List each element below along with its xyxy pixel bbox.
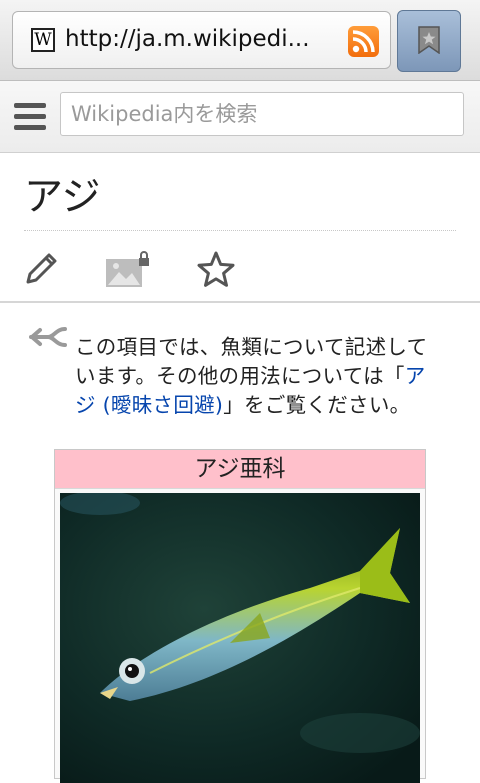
- disambiguation-icon: [28, 327, 67, 347]
- hatnote: この項目では、魚類について記述しています。その他の用法については「アジ (曖昧さ…: [75, 333, 445, 420]
- image-locked-icon[interactable]: [104, 250, 150, 290]
- edit-icon[interactable]: [24, 250, 60, 286]
- bookmark-icon: [418, 26, 440, 54]
- title-divider: [24, 230, 456, 231]
- wiki-header: [0, 81, 480, 153]
- menu-icon[interactable]: [14, 103, 46, 131]
- hatnote-text: この項目では、魚類について記述しています。その他の用法については「: [75, 335, 428, 388]
- infobox-title: アジ亜科: [55, 450, 425, 489]
- infobox: アジ亜科: [54, 449, 426, 783]
- bookmark-button[interactable]: [397, 10, 461, 72]
- search-input[interactable]: [60, 92, 464, 136]
- hatnote-text-end: 」をご覧ください。: [223, 393, 411, 417]
- page-title: アジ: [24, 175, 101, 220]
- fish-photo[interactable]: [60, 493, 420, 783]
- url-field[interactable]: W http://ja.m.wikipedi...: [12, 11, 391, 69]
- browser-toolbar: W http://ja.m.wikipedi...: [0, 0, 480, 81]
- page-actions: [0, 240, 480, 302]
- url-text[interactable]: http://ja.m.wikipedi...: [65, 26, 327, 52]
- actions-divider: [0, 301, 480, 303]
- rss-icon[interactable]: [348, 26, 379, 57]
- watch-star-icon[interactable]: [196, 250, 236, 290]
- wikipedia-favicon-icon: W: [31, 28, 55, 52]
